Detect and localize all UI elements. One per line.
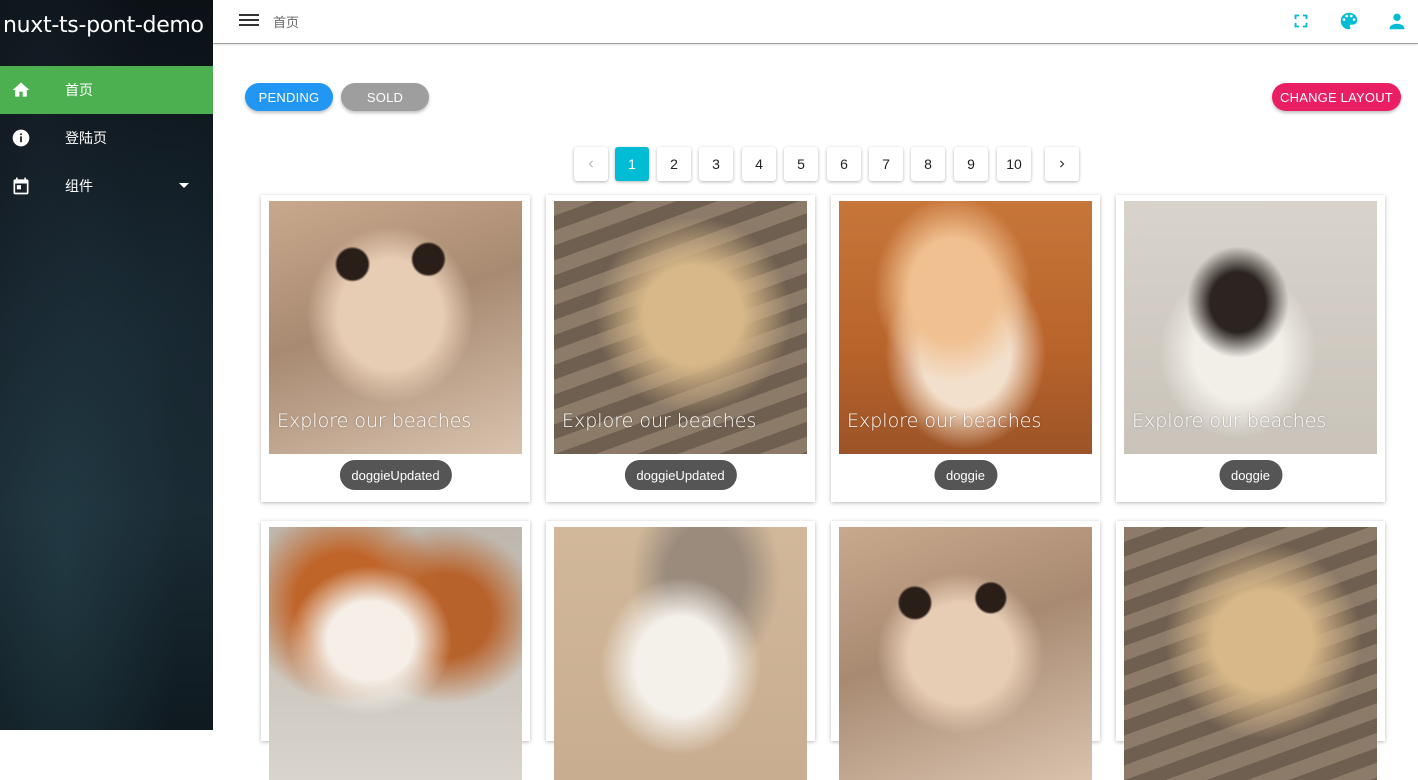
pet-card[interactable]: Explore our beaches doggieUpdated	[261, 195, 530, 502]
fullscreen-icon[interactable]	[1290, 10, 1312, 32]
page-button-5[interactable]: 5	[784, 147, 818, 181]
chevron-down-icon[interactable]	[179, 183, 189, 188]
chevron-right-icon	[1060, 160, 1065, 168]
pet-card[interactable]: Explore our beaches doggie	[831, 195, 1100, 502]
pet-card[interactable]	[546, 521, 815, 780]
page-button-8[interactable]: 8	[911, 147, 945, 181]
account-icon[interactable]	[1386, 10, 1408, 32]
home-icon	[11, 80, 31, 100]
pet-image: Explore our beaches	[269, 201, 522, 454]
page-button-7[interactable]: 7	[869, 147, 903, 181]
next-page-button[interactable]	[1045, 147, 1079, 181]
page-button-6[interactable]: 6	[827, 147, 861, 181]
pet-image: Explore our beaches	[1124, 201, 1377, 454]
info-icon	[11, 128, 31, 148]
page-button-4[interactable]: 4	[742, 147, 776, 181]
pet-name-chip[interactable]: doggie	[1218, 460, 1283, 490]
pet-card[interactable]: Explore our beaches doggie	[1116, 195, 1385, 502]
pet-image: Explore our beaches	[554, 201, 807, 454]
card-caption: Explore our beaches	[562, 410, 757, 432]
pet-card[interactable]	[831, 521, 1100, 780]
pet-name-chip[interactable]: doggie	[933, 460, 998, 490]
sidebar-item-label: 登陆页	[65, 130, 107, 146]
calendar-icon	[11, 176, 31, 196]
change-layout-button[interactable]: CHANGE LAYOUT	[1272, 83, 1401, 111]
card-caption: Explore our beaches	[847, 410, 1042, 432]
page-button-1[interactable]: 1	[615, 147, 649, 181]
sidebar-item-label: 首页	[65, 82, 93, 98]
app-title: nuxt-ts-pont-demo	[3, 13, 204, 38]
sidebar-item-login[interactable]: 登陆页	[0, 114, 213, 162]
page-button-10[interactable]: 10	[997, 147, 1031, 181]
page-button-9[interactable]: 9	[954, 147, 988, 181]
chevron-left-icon	[588, 160, 593, 168]
card-caption: Explore our beaches	[277, 410, 472, 432]
breadcrumb: 首页	[273, 15, 300, 30]
pet-image	[269, 527, 522, 780]
prev-page-button[interactable]	[574, 147, 608, 181]
pet-name-chip[interactable]: doggieUpdated	[339, 460, 452, 490]
sidebar-item-home[interactable]: 首页	[0, 66, 213, 114]
pet-card[interactable]	[261, 521, 530, 780]
sold-button[interactable]: SOLD	[341, 83, 429, 111]
pending-button[interactable]: PENDING	[245, 83, 333, 111]
pet-image	[1124, 527, 1377, 780]
sidebar-item-label: 组件	[65, 178, 93, 194]
pet-image	[839, 527, 1092, 780]
pet-image: Explore our beaches	[839, 201, 1092, 454]
sidebar-item-components[interactable]: 组件	[0, 162, 213, 210]
pet-name-chip[interactable]: doggieUpdated	[624, 460, 737, 490]
pagination: 1 2 3 4 5 6 7 8 9 10	[213, 147, 1418, 183]
top-app-bar: 首页	[213, 0, 1418, 44]
pet-image	[554, 527, 807, 780]
page-button-2[interactable]: 2	[657, 147, 691, 181]
main-content: PENDING SOLD CHANGE LAYOUT 1 2 3 4 5 6 7…	[213, 45, 1418, 780]
sidebar: nuxt-ts-pont-demo 首页 登陆页 组件	[0, 0, 213, 730]
pet-card[interactable]: Explore our beaches doggieUpdated	[546, 195, 815, 502]
card-caption: Explore our beaches	[1132, 410, 1327, 432]
palette-icon[interactable]	[1338, 10, 1360, 32]
sidebar-nav: 首页 登陆页 组件	[0, 66, 213, 210]
menu-icon[interactable]	[239, 12, 259, 30]
pet-card[interactable]	[1116, 521, 1385, 780]
page-button-3[interactable]: 3	[699, 147, 733, 181]
